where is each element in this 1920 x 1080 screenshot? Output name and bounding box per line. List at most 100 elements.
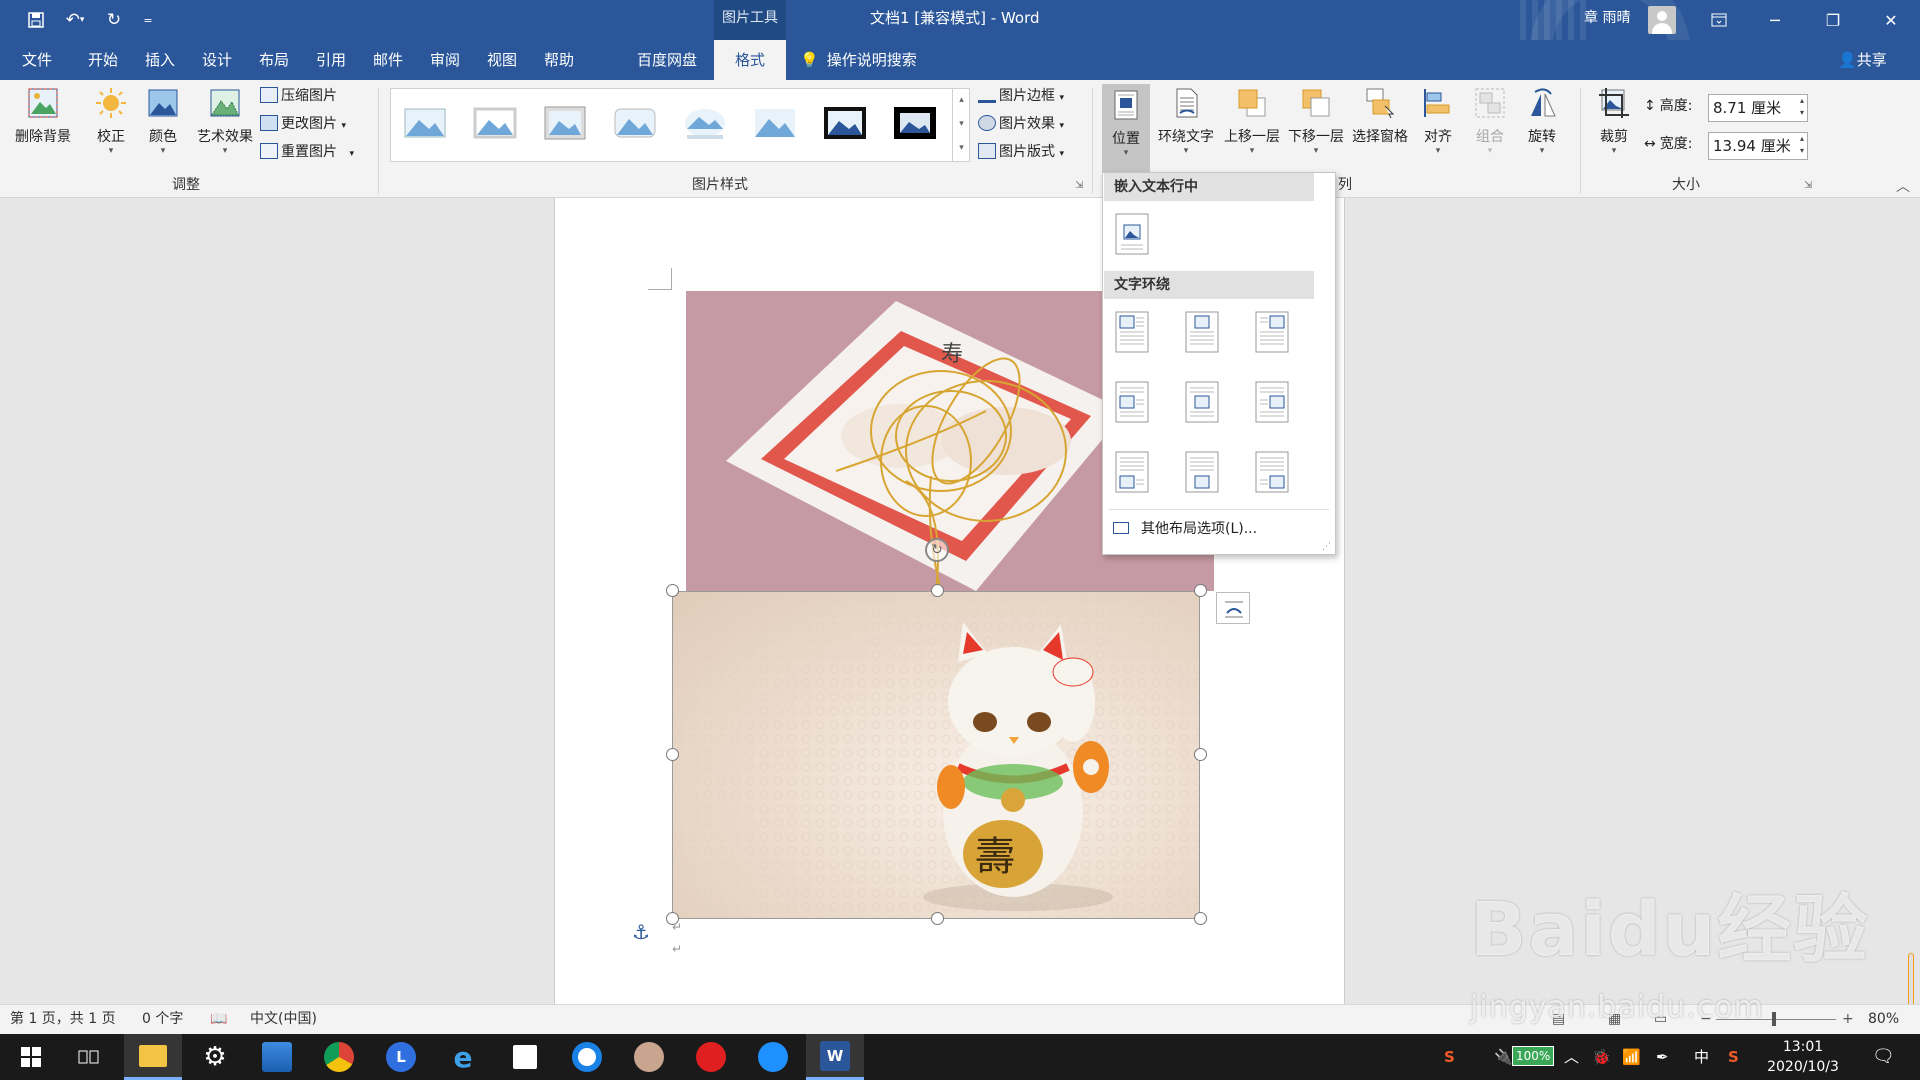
save-icon[interactable] bbox=[24, 8, 48, 32]
position-inline-option[interactable] bbox=[1115, 213, 1149, 255]
input-language[interactable]: 中 bbox=[1694, 1034, 1709, 1080]
minimize-icon[interactable]: ─ bbox=[1752, 0, 1798, 40]
restore-icon[interactable]: ❐ bbox=[1810, 0, 1856, 40]
tab-references[interactable]: 引用 bbox=[316, 40, 346, 80]
style-thumb-1[interactable] bbox=[403, 105, 447, 143]
style-thumb-3[interactable] bbox=[543, 105, 587, 143]
position-bottom-left-option[interactable] bbox=[1115, 451, 1149, 493]
picture-effects-button[interactable]: 图片效果 ▾ bbox=[978, 112, 1064, 136]
tab-view[interactable]: 视图 bbox=[487, 40, 517, 80]
position-middle-center-option[interactable] bbox=[1185, 381, 1219, 423]
tab-review[interactable]: 审阅 bbox=[430, 40, 460, 80]
resize-grip-icon[interactable]: ⋰ bbox=[1322, 542, 1331, 552]
page-count[interactable]: 第 1 页，共 1 页 bbox=[10, 1005, 116, 1033]
picture-lucky-cat[interactable]: 壽 bbox=[672, 591, 1200, 919]
styles-dialog-launcher-icon[interactable]: ⇲ bbox=[1075, 180, 1083, 191]
height-input[interactable]: 8.71 厘米 ▴ ▾ bbox=[1708, 94, 1808, 122]
settings-gear-icon[interactable]: ⚙ bbox=[186, 1034, 244, 1080]
word-count[interactable]: 0 个字 bbox=[142, 1005, 183, 1033]
style-thumb-2[interactable] bbox=[473, 105, 517, 143]
wrap-text-button[interactable]: 环绕文字 ▾ bbox=[1152, 86, 1220, 156]
style-thumb-6[interactable] bbox=[753, 105, 797, 143]
photos-app-icon[interactable] bbox=[248, 1034, 306, 1080]
style-thumb-5[interactable] bbox=[683, 105, 727, 143]
tab-file[interactable]: 文件 bbox=[22, 40, 52, 80]
position-top-center-option[interactable] bbox=[1185, 311, 1219, 353]
system-clock[interactable]: 13:01 2020/10/3 bbox=[1760, 1037, 1846, 1077]
resize-handle-top-left[interactable] bbox=[666, 584, 679, 597]
tab-insert[interactable]: 插入 bbox=[145, 40, 175, 80]
collapse-ribbon-icon[interactable]: ︿ bbox=[1896, 176, 1910, 196]
tell-me-search[interactable]: 💡 操作说明搜索 bbox=[800, 40, 917, 80]
internet-explorer-icon[interactable]: e bbox=[434, 1034, 492, 1080]
remove-background-button[interactable]: 删除背景 bbox=[8, 86, 78, 146]
tab-help[interactable]: 帮助 bbox=[544, 40, 574, 80]
avatar[interactable] bbox=[1648, 6, 1676, 34]
user-name[interactable]: 章 雨晴 bbox=[1584, 0, 1630, 37]
notifications-icon[interactable]: 🗨 bbox=[1872, 1034, 1895, 1080]
ribbon-display-icon[interactable] bbox=[1696, 0, 1742, 40]
tab-home[interactable]: 开始 bbox=[88, 40, 118, 80]
pen-icon[interactable]: ✒ bbox=[1656, 1034, 1669, 1080]
bring-forward-button[interactable]: 上移一层 ▾ bbox=[1220, 86, 1284, 156]
redo-icon[interactable]: ↻ bbox=[102, 8, 126, 32]
resize-handle-bottom-right[interactable] bbox=[1194, 912, 1207, 925]
reset-picture-button[interactable]: 重置图片 ▾ bbox=[260, 140, 354, 164]
more-layout-options-item[interactable]: 其他布局选项(L)... bbox=[1109, 515, 1329, 543]
sogou-ime-icon[interactable]: S bbox=[1444, 1034, 1455, 1080]
task-view-icon[interactable] bbox=[60, 1034, 118, 1080]
resize-handle-left[interactable] bbox=[666, 748, 679, 761]
resize-handle-bottom[interactable] bbox=[931, 912, 944, 925]
corrections-button[interactable]: 校正 ▾ bbox=[88, 86, 134, 156]
netease-music-icon[interactable] bbox=[682, 1034, 740, 1080]
picture-border-button[interactable]: 图片边框 ▾ bbox=[978, 84, 1064, 108]
change-picture-button[interactable]: 更改图片 ▾ bbox=[260, 112, 346, 136]
share-button[interactable]: 👤共享 bbox=[1838, 40, 1887, 80]
show-hidden-icons[interactable]: ︿ bbox=[1564, 1034, 1579, 1080]
color-button[interactable]: 颜色 ▾ bbox=[140, 86, 186, 156]
position-top-right-option[interactable] bbox=[1255, 311, 1289, 353]
undo-icon[interactable]: ↶ ▾ bbox=[58, 8, 92, 32]
send-backward-button[interactable]: 下移一层 ▾ bbox=[1284, 86, 1348, 156]
layout-options-button[interactable] bbox=[1216, 592, 1250, 624]
artistic-effects-button[interactable]: 艺术效果 ▾ bbox=[190, 86, 260, 156]
style-thumb-4[interactable] bbox=[613, 105, 657, 143]
position-middle-left-option[interactable] bbox=[1115, 381, 1149, 423]
position-middle-right-option[interactable] bbox=[1255, 381, 1289, 423]
search-app-icon[interactable] bbox=[558, 1034, 616, 1080]
chrome-icon[interactable] bbox=[310, 1034, 368, 1080]
tab-layout[interactable]: 布局 bbox=[259, 40, 289, 80]
power-plug-icon[interactable]: 🔌 bbox=[1494, 1034, 1513, 1080]
wifi-icon[interactable]: 📶 bbox=[1622, 1034, 1641, 1080]
position-bottom-center-option[interactable] bbox=[1185, 451, 1219, 493]
width-spinner-icon[interactable]: ▴ ▾ bbox=[1800, 133, 1804, 157]
tab-design[interactable]: 设计 bbox=[202, 40, 232, 80]
group-objects-button[interactable]: 组合 ▾ bbox=[1468, 86, 1512, 156]
windows-start-icon[interactable] bbox=[2, 1034, 60, 1080]
height-spinner-icon[interactable]: ▴ ▾ bbox=[1800, 95, 1804, 119]
picture-layout-button[interactable]: 图片版式 ▾ bbox=[978, 140, 1064, 164]
file-explorer-icon[interactable] bbox=[124, 1034, 182, 1080]
proofing-icon[interactable]: 📖 bbox=[210, 1005, 227, 1033]
compress-pictures-button[interactable]: 压缩图片 bbox=[260, 84, 337, 108]
position-button[interactable]: 位置 ▾ bbox=[1102, 84, 1150, 174]
position-bottom-right-option[interactable] bbox=[1255, 451, 1289, 493]
gallery-scroll[interactable]: ▴ ▾ ▾ bbox=[952, 88, 970, 162]
battery-indicator[interactable]: 100% bbox=[1512, 1046, 1555, 1066]
resize-handle-top-right[interactable] bbox=[1194, 584, 1207, 597]
feather-app-icon[interactable] bbox=[744, 1034, 802, 1080]
language[interactable]: 中文(中国) bbox=[250, 1005, 317, 1033]
close-icon[interactable]: ✕ bbox=[1868, 0, 1914, 40]
rotate-handle-icon[interactable]: ↻ bbox=[925, 538, 949, 562]
width-input[interactable]: 13.94 厘米 ▴ ▾ bbox=[1708, 132, 1808, 160]
rotate-button[interactable]: 旋转 ▾ bbox=[1520, 86, 1564, 156]
size-dialog-launcher-icon[interactable]: ⇲ bbox=[1804, 180, 1812, 191]
word-app-icon[interactable]: W bbox=[806, 1034, 864, 1080]
profile-app-icon[interactable] bbox=[620, 1034, 678, 1080]
style-thumb-8[interactable] bbox=[893, 105, 937, 143]
selection-pane-button[interactable]: 选择窗格 bbox=[1348, 86, 1412, 146]
l-app-icon[interactable]: L bbox=[372, 1034, 430, 1080]
tab-baidu-netdisk[interactable]: 百度网盘 bbox=[637, 40, 697, 80]
align-button[interactable]: 对齐 ▾ bbox=[1416, 86, 1460, 156]
store-icon[interactable] bbox=[496, 1034, 554, 1080]
